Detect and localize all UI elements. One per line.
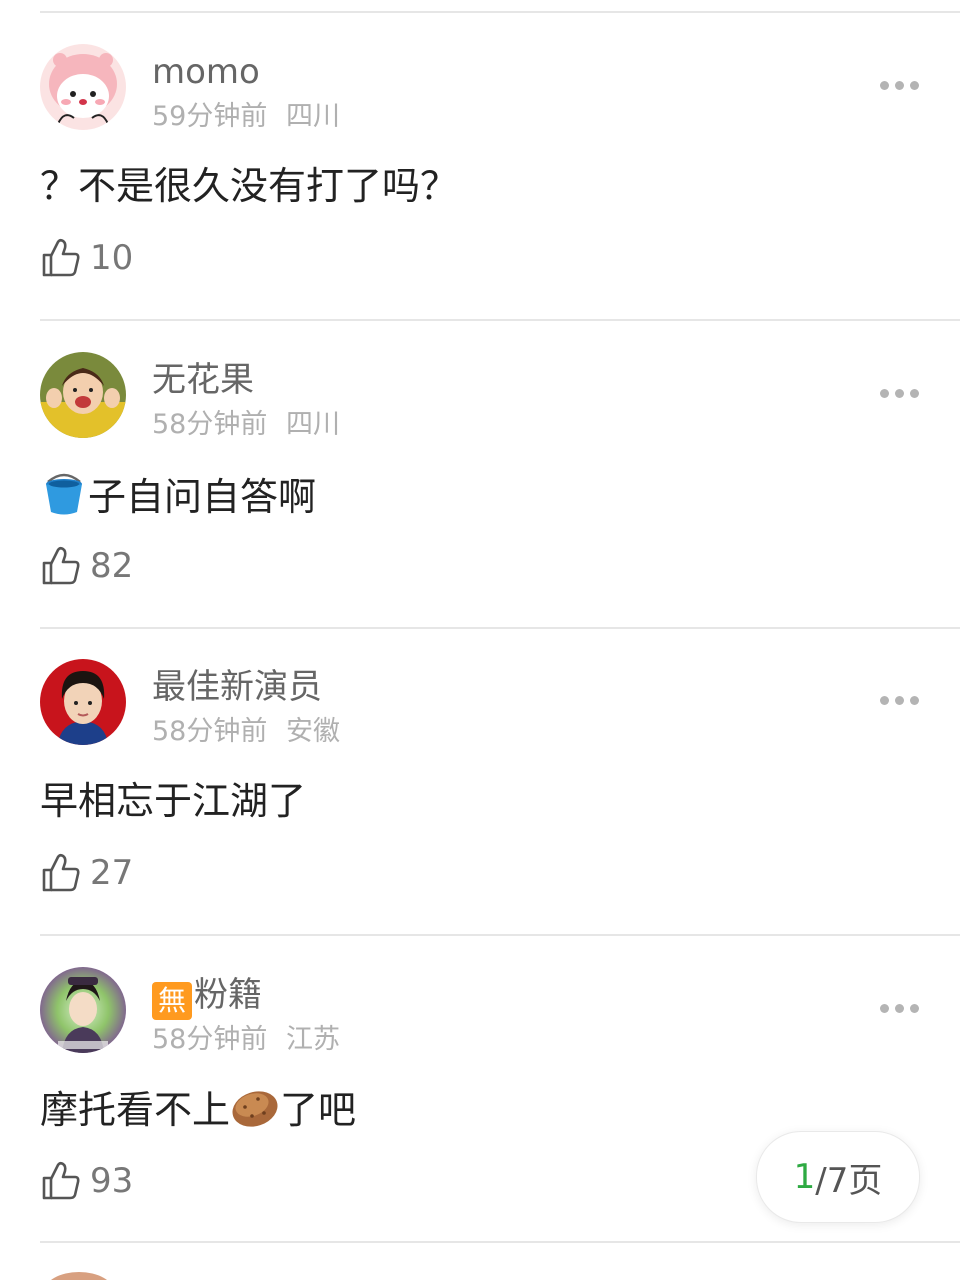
child-photo-avatar-icon	[40, 352, 126, 438]
comment-item: momo 59分钟前 四川 ？不是很久没有打了吗？ 10	[0, 14, 960, 320]
more-options-icon[interactable]	[878, 1001, 920, 1015]
comment-location: 江苏	[285, 1024, 340, 1055]
costume-portrait-avatar-icon	[40, 967, 126, 1053]
comment-location: 四川	[285, 409, 340, 440]
divider	[40, 319, 960, 321]
user-badge: 無	[152, 982, 192, 1020]
comment-text-part: 了吧	[280, 1088, 357, 1132]
potato-emoji-icon	[230, 1085, 280, 1142]
username[interactable]: 無粉籍	[152, 975, 262, 1020]
comment-meta: 58分钟前 四川	[152, 408, 340, 442]
thumbs-up-icon	[42, 853, 80, 892]
comment-meta: 58分钟前 安徽	[152, 715, 340, 749]
avatar[interactable]	[40, 967, 126, 1053]
more-options-icon[interactable]	[878, 693, 920, 707]
next-avatar-partial	[44, 1272, 114, 1280]
avatar[interactable]	[40, 352, 126, 438]
comment-location: 安徽	[285, 716, 340, 747]
page-indicator-button[interactable]: 1/7页	[756, 1131, 920, 1223]
divider	[40, 1241, 960, 1243]
like-count: 82	[90, 546, 134, 586]
comment-meta: 58分钟前 江苏	[152, 1023, 340, 1057]
username[interactable]: momo	[152, 52, 260, 92]
comment-text: 摩托看不上 了吧	[40, 1085, 356, 1142]
comment-text-body: 子自问自答啊	[88, 475, 317, 519]
avatar[interactable]	[40, 44, 126, 130]
like-button[interactable]: 27	[40, 849, 133, 897]
comment-text-part: 摩托看不上	[40, 1088, 231, 1132]
username[interactable]: 无花果	[152, 360, 254, 400]
comment-text: ？不是很久没有打了吗？	[40, 164, 459, 208]
like-button[interactable]: 10	[40, 234, 133, 282]
like-button[interactable]: 82	[40, 542, 133, 590]
comment-time: 59分钟前	[152, 101, 268, 132]
comment-time: 58分钟前	[152, 409, 268, 440]
avatar[interactable]	[40, 659, 126, 745]
thumbs-up-icon	[42, 546, 80, 585]
total-pages: /7页	[815, 1160, 883, 1201]
comment-meta: 59分钟前 四川	[152, 100, 340, 134]
more-options-icon[interactable]	[878, 78, 920, 92]
current-page: 1	[793, 1157, 816, 1197]
comment-item: 最佳新演员 58分钟前 安徽 早相忘于江湖了 27	[0, 629, 960, 935]
comment-item: 无花果 58分钟前 四川 子自问自答啊 82	[0, 322, 960, 628]
pink-cartoon-avatar-icon	[40, 44, 126, 130]
more-options-icon[interactable]	[878, 386, 920, 400]
boy-portrait-avatar-icon	[40, 659, 126, 745]
like-count: 27	[90, 853, 134, 893]
thumbs-up-icon	[42, 1161, 80, 1200]
comment-time: 58分钟前	[152, 1024, 268, 1055]
comment-location: 四川	[285, 101, 340, 132]
username-text: 粉籍	[194, 975, 262, 1015]
like-count: 93	[90, 1161, 134, 1201]
like-count: 10	[90, 238, 134, 278]
divider	[40, 11, 960, 13]
username[interactable]: 最佳新演员	[152, 667, 322, 707]
like-button[interactable]: 93	[40, 1157, 133, 1205]
comment-time: 58分钟前	[152, 716, 268, 747]
comment-list-page: momo 59分钟前 四川 ？不是很久没有打了吗？ 10 无花果 58分钟前 四…	[0, 0, 960, 1280]
divider	[40, 934, 960, 936]
thumbs-up-icon	[42, 238, 80, 277]
comment-text: 早相忘于江湖了	[40, 779, 307, 823]
comment-text: 子自问自答啊	[40, 470, 316, 529]
bucket-emoji-icon	[40, 470, 88, 529]
